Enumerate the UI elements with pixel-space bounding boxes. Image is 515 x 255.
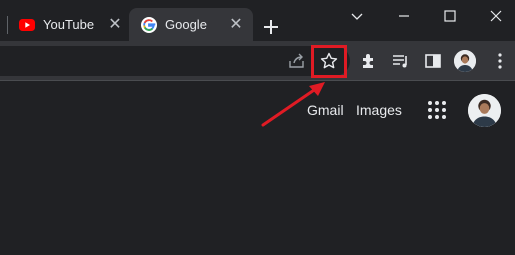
profile-avatar[interactable] xyxy=(454,50,476,72)
tab-youtube[interactable]: YouTube ✕ xyxy=(0,8,128,41)
new-tab-plus-icon[interactable] xyxy=(260,16,282,38)
tab-close-icon[interactable]: ✕ xyxy=(106,16,124,34)
tab-title: YouTube xyxy=(43,17,95,32)
minimize-icon[interactable] xyxy=(394,6,414,26)
side-panel-icon[interactable] xyxy=(422,50,444,72)
extensions-puzzle-icon[interactable] xyxy=(358,50,380,72)
images-link[interactable]: Images xyxy=(356,102,402,118)
apps-grid-icon[interactable] xyxy=(427,100,447,120)
account-avatar[interactable] xyxy=(468,94,501,127)
google-g-icon xyxy=(141,17,157,33)
tab-close-icon[interactable]: ✕ xyxy=(227,16,245,34)
close-icon[interactable] xyxy=(486,6,506,26)
tab-title: Google xyxy=(165,17,207,32)
tab-google[interactable]: Google ✕ xyxy=(129,8,253,41)
chevron-down-icon[interactable] xyxy=(347,6,367,26)
bookmark-highlight-box xyxy=(311,45,347,78)
red-annotation-arrow xyxy=(261,82,325,127)
share-icon[interactable] xyxy=(286,50,308,72)
person-icon xyxy=(468,94,501,127)
media-control-icon[interactable] xyxy=(390,50,412,72)
youtube-icon xyxy=(19,19,35,31)
menu-dots-icon[interactable] xyxy=(489,50,511,72)
tab-strip: YouTube ✕ Google ✕ xyxy=(0,0,515,41)
maximize-icon[interactable] xyxy=(440,6,460,26)
person-icon xyxy=(454,50,476,72)
